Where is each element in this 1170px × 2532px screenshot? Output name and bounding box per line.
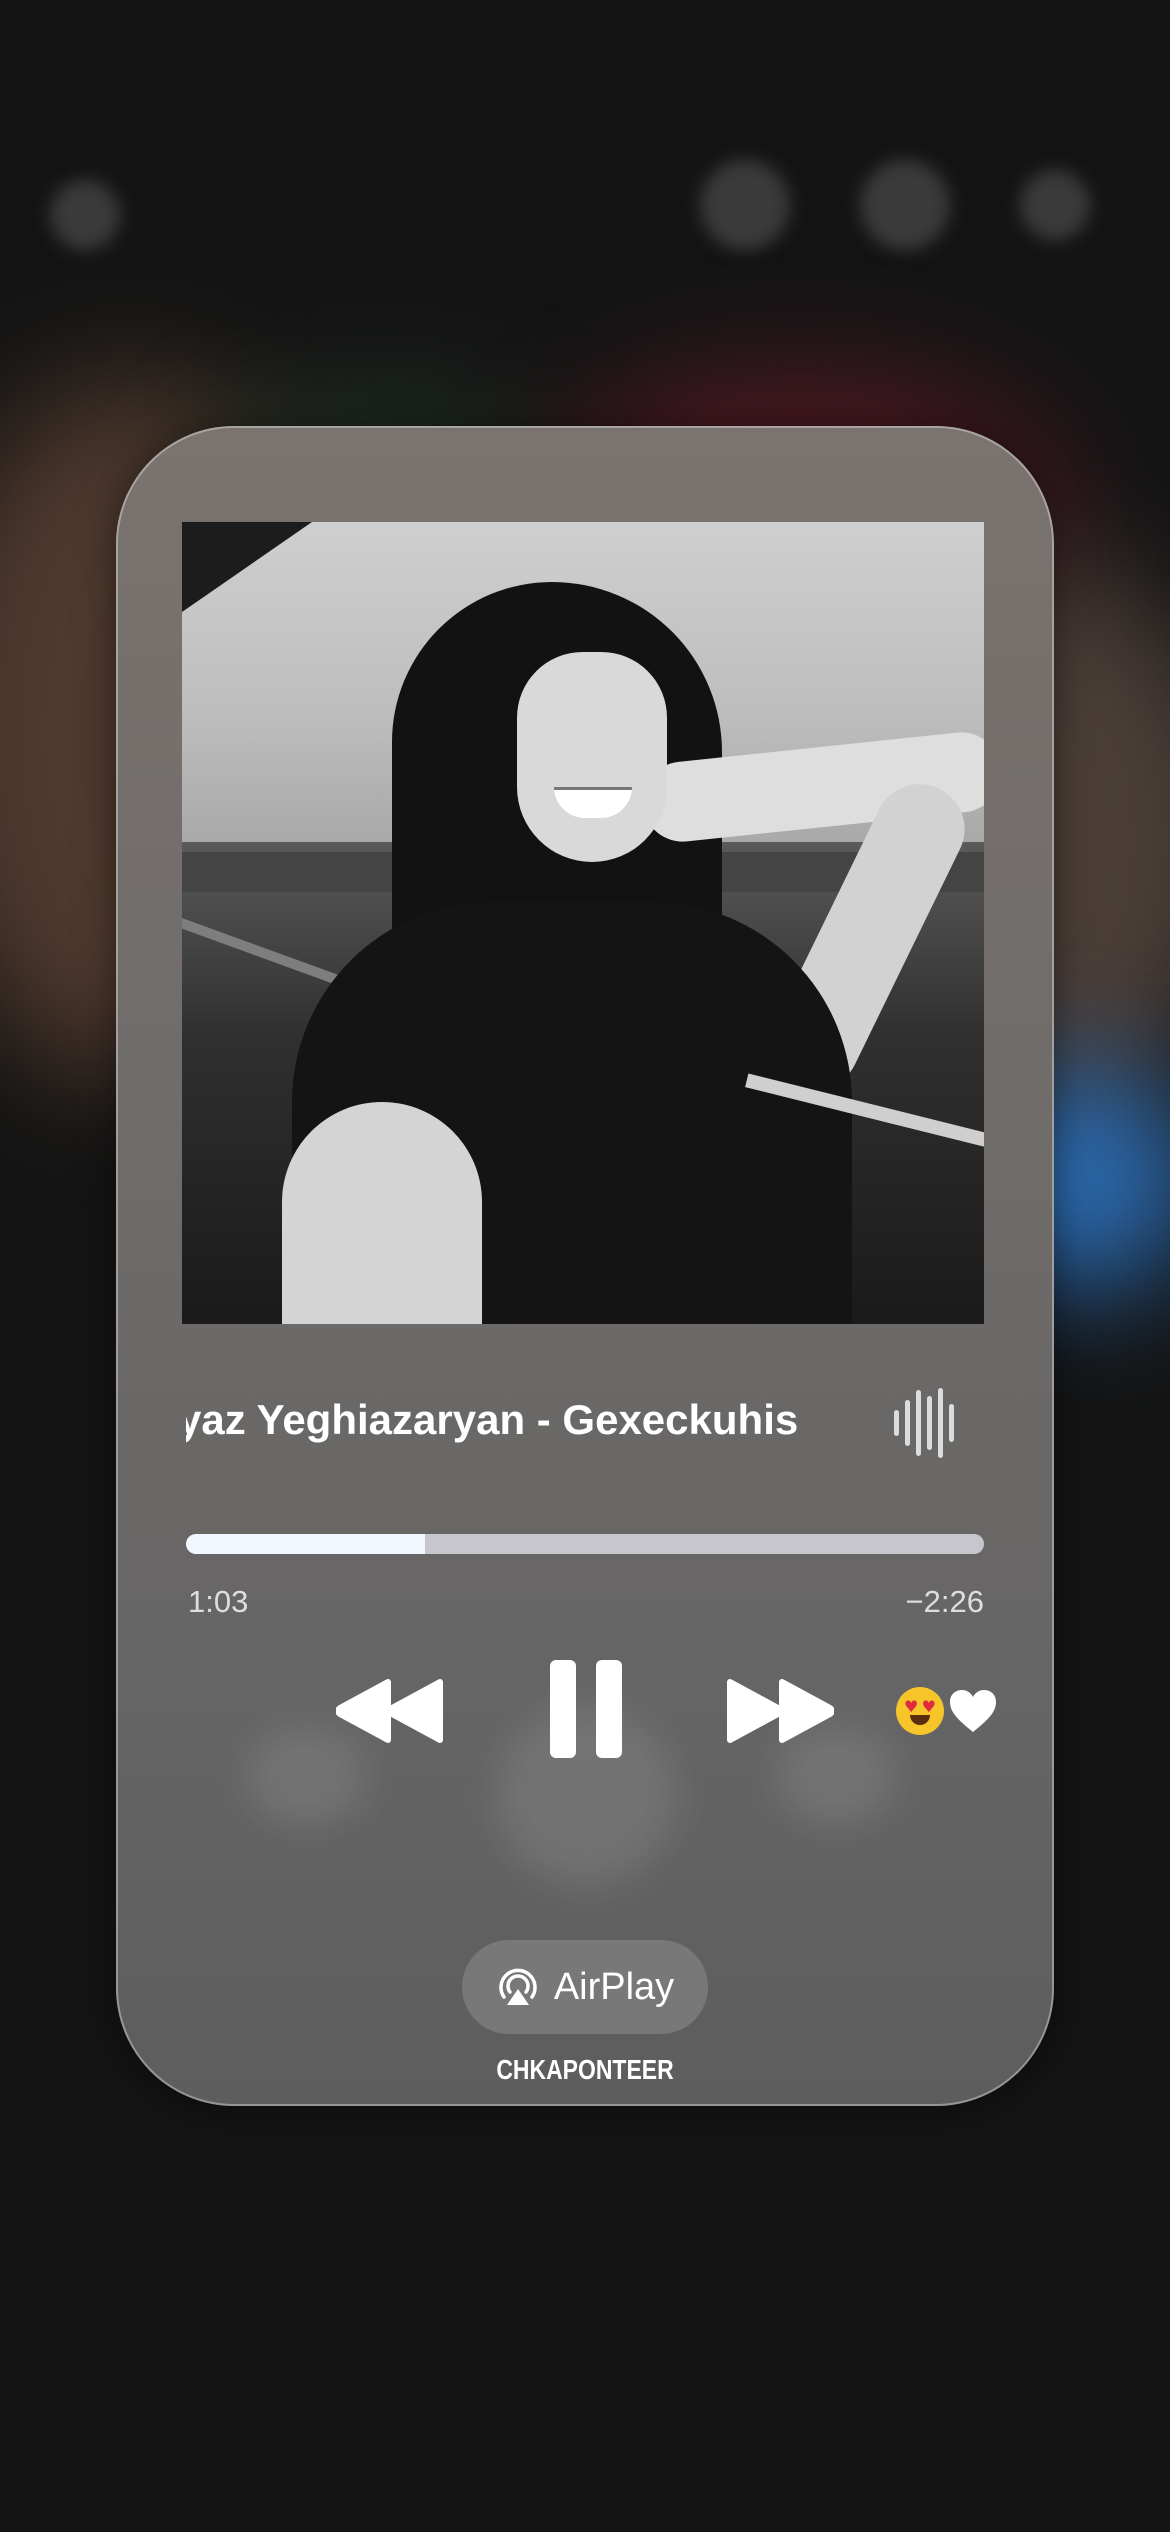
airplay-button[interactable]: AirPlay [462,1940,708,2034]
pause-button[interactable] [544,1658,628,1760]
heart-eyes-and-white-heart-emoji: ♥ ♥ [896,1680,998,1736]
pause-icon [550,1660,622,1758]
fast-forward-button[interactable] [724,1676,835,1746]
heart-eyes-emoji-icon: ♥ ♥ [896,1687,944,1735]
remaining-time: −2:26 [905,1584,984,1619]
album-artwork [182,522,984,1324]
track-title-marquee: yaz Yeghiazaryan - Gexeckuhis [186,1390,866,1460]
rewind-icon [335,1679,443,1743]
now-playing-card: yaz Yeghiazaryan - Gexeckuhis 1:03 −2:26 [116,426,1054,2106]
white-heart-icon [950,1690,996,1732]
playback-scrubber[interactable] [186,1534,984,1554]
playback-progress-fill [186,1534,426,1554]
brand-watermark: CHKAPONTEER [496,2054,674,2085]
sound-wave-icon[interactable] [892,1386,962,1460]
airplay-label: AirPlay [553,1965,675,2008]
fast-forward-icon [727,1679,835,1743]
airplay-icon [499,1968,537,2005]
track-title: yaz Yeghiazaryan - Gexeckuhis [186,1396,799,1443]
elapsed-time: 1:03 [188,1584,249,1619]
rewind-button[interactable] [335,1676,446,1746]
